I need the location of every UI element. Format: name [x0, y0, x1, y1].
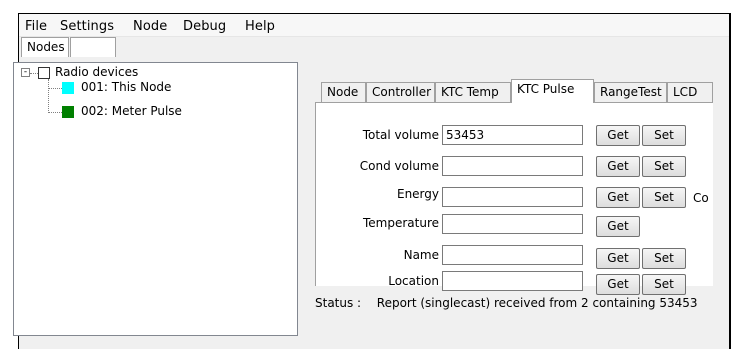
- name-input[interactable]: [442, 245, 583, 265]
- set-cond-volume-button[interactable]: Set: [642, 156, 686, 177]
- get-location-button[interactable]: Get: [596, 274, 640, 295]
- set-total-volume-button[interactable]: Set: [642, 125, 686, 146]
- tab-ktc-pulse[interactable]: KTC Pulse: [511, 79, 594, 103]
- label-name: Name: [403, 248, 439, 262]
- tree-item-this-node[interactable]: 001: This Node: [81, 80, 171, 94]
- set-energy-button[interactable]: Set: [642, 187, 686, 208]
- temperature-input[interactable]: [442, 214, 583, 234]
- get-energy-button[interactable]: Get: [596, 187, 640, 208]
- tree-item-meter-pulse[interactable]: 002: Meter Pulse: [81, 104, 182, 118]
- get-temperature-button[interactable]: Get: [596, 216, 640, 237]
- clipped-label: Co: [693, 191, 709, 205]
- get-name-button[interactable]: Get: [596, 248, 640, 269]
- tab-nodes[interactable]: Nodes: [21, 37, 69, 57]
- tab-lcd[interactable]: LCD: [667, 82, 713, 102]
- node-color-swatch: [62, 106, 74, 118]
- tab-controller[interactable]: Controller: [366, 82, 435, 102]
- label-energy: Energy: [396, 187, 439, 201]
- nodes-tab-strip: Nodes: [19, 36, 729, 58]
- get-cond-volume-button[interactable]: Get: [596, 156, 640, 177]
- node-color-swatch: [62, 82, 74, 94]
- device-tree[interactable]: - Radio devices 001: This Node 002: Mete…: [13, 62, 298, 336]
- set-name-button[interactable]: Set: [642, 248, 686, 269]
- location-input[interactable]: [442, 271, 583, 291]
- label-location: Location: [388, 274, 439, 288]
- status-text: Report (singlecast) received from 2 cont…: [376, 296, 698, 310]
- label-temperature: Temperature: [362, 216, 439, 230]
- menu-settings[interactable]: Settings: [60, 19, 114, 34]
- collapse-expander-icon[interactable]: -: [21, 68, 30, 77]
- menu-debug[interactable]: Debug: [183, 19, 226, 34]
- menu-help[interactable]: Help: [245, 19, 275, 34]
- label-cond-volume: Cond volume: [359, 159, 439, 173]
- tab-ktc-temp[interactable]: KTC Temp: [435, 82, 511, 102]
- menu-bar: File Settings Node Debug Help: [19, 14, 729, 37]
- status-bar: Status : Report (singlecast) received fr…: [315, 296, 698, 310]
- total-volume-input[interactable]: 53453: [442, 125, 583, 145]
- get-total-volume-button[interactable]: Get: [596, 125, 640, 146]
- cond-volume-input[interactable]: [442, 156, 583, 176]
- label-total-volume: Total volume: [362, 128, 439, 142]
- set-location-button[interactable]: Set: [642, 274, 686, 295]
- root-checkbox[interactable]: [38, 67, 50, 79]
- ktc-pulse-panel: Total volume 53453 Get Set Cond volume G…: [315, 102, 713, 295]
- tab-node[interactable]: Node: [321, 82, 366, 102]
- tab-blank[interactable]: [70, 37, 116, 57]
- energy-input[interactable]: [442, 187, 583, 207]
- menu-node[interactable]: Node: [133, 19, 167, 34]
- tab-range-test[interactable]: RangeTest: [594, 82, 667, 102]
- menu-file[interactable]: File: [25, 19, 47, 34]
- tree-root-label[interactable]: Radio devices: [55, 65, 138, 79]
- status-label: Status :: [315, 296, 362, 310]
